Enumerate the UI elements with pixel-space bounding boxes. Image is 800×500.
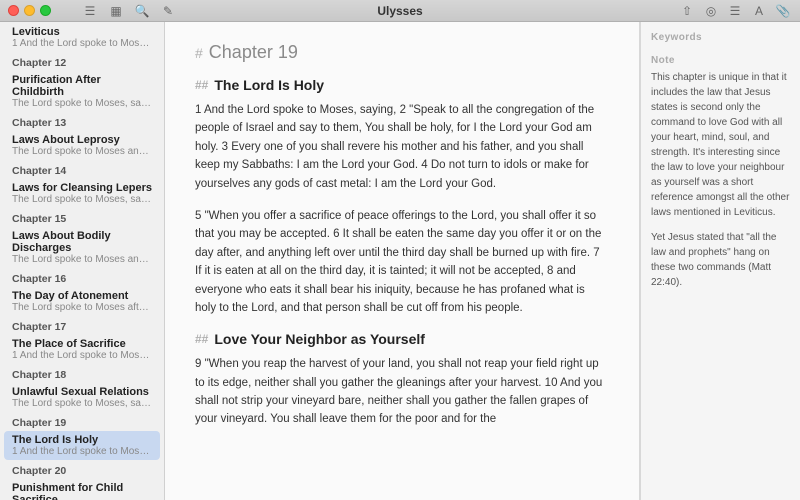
- chapter-14-label: Chapter 14: [0, 161, 164, 178]
- maximize-button[interactable]: [40, 5, 51, 16]
- sidebar-ch17-subtitle: 1 And the Lord spoke to Moses, saying, 2…: [12, 350, 152, 361]
- sidebar-ch14-title: Laws for Cleansing Lepers: [12, 182, 152, 194]
- chapter-16-label: Chapter 16: [0, 269, 164, 286]
- keywords-section: Keywords: [651, 32, 790, 43]
- sidebar-toggle-icon[interactable]: ☰: [81, 2, 99, 20]
- chapter-17-label: Chapter 17: [0, 317, 164, 334]
- chapter-title: Chapter 19: [209, 42, 298, 63]
- note-text: This chapter is unique in that it includ…: [651, 70, 790, 220]
- sidebar-item-ch18[interactable]: Unlawful Sexual Relations The Lord spoke…: [4, 383, 160, 412]
- titlebar-left-icons: ☰ ▦ 🔍 ✎: [81, 2, 177, 20]
- note-label: Note: [651, 55, 790, 66]
- section-heading-2: ## Love Your Neighbor as Yourself: [195, 331, 609, 347]
- sidebar-item-ch13[interactable]: Laws About Leprosy The Lord spoke to Mos…: [4, 131, 160, 160]
- sidebar-item-ch15[interactable]: Laws About Bodily Discharges The Lord sp…: [4, 227, 160, 268]
- sidebar-ch18-subtitle: The Lord spoke to Moses, saying, 2...: [12, 398, 152, 409]
- section-title-2: Love Your Neighbor as Yourself: [214, 331, 425, 347]
- sidebar: Leviticus 1 And the Lord spoke to Moses …: [0, 22, 165, 500]
- sidebar-ch14-subtitle: The Lord spoke to Moses, saying, 2 "Th..…: [12, 194, 152, 205]
- section-hash-icon-1: ##: [195, 78, 208, 92]
- sidebar-ch19-subtitle: 1 And the Lord spoke to Moses, saying, 2…: [12, 446, 152, 457]
- chapter-13-label: Chapter 13: [0, 113, 164, 130]
- chapter-18-label: Chapter 18: [0, 365, 164, 382]
- sidebar-ch13-subtitle: The Lord spoke to Moses and Aaron, sa...: [12, 146, 152, 157]
- sidebar-ch16-title: The Day of Atonement: [12, 290, 152, 302]
- sidebar-item-leviticus[interactable]: Leviticus 1 And the Lord spoke to Moses …: [4, 23, 160, 52]
- sidebar-ch15-subtitle: The Lord spoke to Moses and Aaron, sa...: [12, 254, 152, 265]
- sidebar-item-ch17[interactable]: The Place of Sacrifice 1 And the Lord sp…: [4, 335, 160, 364]
- section-heading-1: ## The Lord Is Holy: [195, 77, 609, 93]
- content-area: # Chapter 19 ## The Lord Is Holy 1 And t…: [165, 22, 640, 500]
- section-title-1: The Lord Is Holy: [214, 77, 324, 93]
- chapter-hash-icon: #: [195, 45, 203, 61]
- sidebar-item-ch20[interactable]: Punishment for Child Sacrifice The Lord …: [4, 479, 160, 500]
- sidebar-ch19-title: The Lord Is Holy: [12, 434, 152, 446]
- close-button[interactable]: [8, 5, 19, 16]
- sidebar-ch16-subtitle: The Lord spoke to Moses after the deat..…: [12, 302, 152, 313]
- chapter-19-label: Chapter 19: [0, 413, 164, 430]
- compose-icon[interactable]: ✎: [159, 2, 177, 20]
- sidebar-leviticus-title: Leviticus: [12, 26, 152, 38]
- sidebar-ch15-title: Laws About Bodily Discharges: [12, 230, 152, 254]
- attach-icon[interactable]: 📎: [774, 2, 792, 20]
- traffic-lights: [8, 5, 51, 16]
- sidebar-item-ch19[interactable]: The Lord Is Holy 1 And the Lord spoke to…: [4, 431, 160, 460]
- columns-icon[interactable]: ▦: [107, 2, 125, 20]
- right-panel: Keywords Note This chapter is unique in …: [640, 22, 800, 500]
- sidebar-leviticus-subtitle: 1 And the Lord spoke to Moses and Aaron.…: [12, 38, 152, 49]
- font-icon[interactable]: A: [750, 2, 768, 20]
- chapter-20-label: Chapter 20: [0, 461, 164, 478]
- section-text-2: 5 "When you offer a sacrifice of peace o…: [195, 207, 609, 317]
- main-layout: Leviticus 1 And the Lord spoke to Moses …: [0, 22, 800, 500]
- list-icon[interactable]: ☰: [726, 2, 744, 20]
- chapter-15-label: Chapter 15: [0, 209, 164, 226]
- titlebar-right-icons: ⇧ ◎ ☰ A 📎: [678, 2, 792, 20]
- minimize-button[interactable]: [24, 5, 35, 16]
- note-continuation: Yet Jesus stated that "all the law and p…: [651, 230, 790, 290]
- search-icon[interactable]: 🔍: [133, 2, 151, 20]
- share-icon[interactable]: ◎: [702, 2, 720, 20]
- sidebar-ch12-subtitle: The Lord spoke to Moses, saying, 2 "Sp..…: [12, 98, 152, 109]
- sidebar-ch17-title: The Place of Sacrifice: [12, 338, 152, 350]
- sidebar-item-ch12[interactable]: Purification After Childbirth The Lord s…: [4, 71, 160, 112]
- sidebar-ch18-title: Unlawful Sexual Relations: [12, 386, 152, 398]
- sidebar-ch20-title: Punishment for Child Sacrifice: [12, 482, 152, 500]
- section-text-3: 9 "When you reap the harvest of your lan…: [195, 355, 609, 429]
- sidebar-ch12-title: Purification After Childbirth: [12, 74, 152, 98]
- sidebar-item-ch14[interactable]: Laws for Cleansing Lepers The Lord spoke…: [4, 179, 160, 208]
- titlebar: ☰ ▦ 🔍 ✎ Ulysses ⇧ ◎ ☰ A 📎: [0, 0, 800, 22]
- note-section: Note This chapter is unique in that it i…: [651, 55, 790, 290]
- sidebar-item-ch16[interactable]: The Day of Atonement The Lord spoke to M…: [4, 287, 160, 316]
- chapter-12-label: Chapter 12: [0, 53, 164, 70]
- app-title: Ulysses: [377, 4, 422, 18]
- section-text-1: 1 And the Lord spoke to Moses, saying, 2…: [195, 101, 609, 193]
- chapter-heading: # Chapter 19: [195, 42, 609, 63]
- keywords-label: Keywords: [651, 32, 790, 43]
- section-hash-icon-2: ##: [195, 332, 208, 346]
- export-icon[interactable]: ⇧: [678, 2, 696, 20]
- sidebar-ch13-title: Laws About Leprosy: [12, 134, 152, 146]
